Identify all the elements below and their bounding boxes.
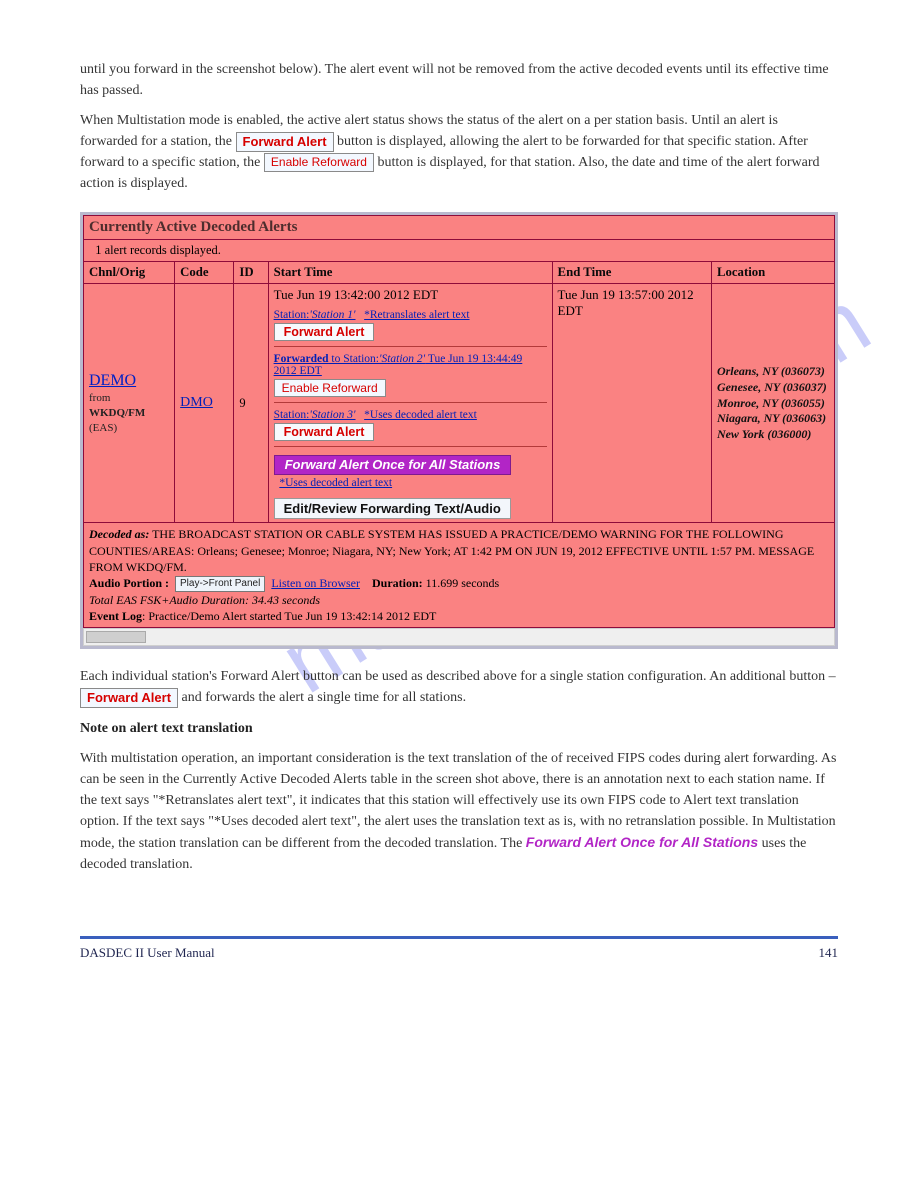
col-chnl: Chnl/Orig	[84, 262, 175, 284]
station3-link[interactable]: Station:'Station 3'	[274, 409, 356, 421]
chnl-link[interactable]: DEMO	[89, 372, 136, 389]
location-cell: Orleans, NY (036073) Genesee, NY (036037…	[711, 284, 834, 523]
col-code: Code	[175, 262, 234, 284]
table-title: Currently Active Decoded Alerts	[84, 216, 835, 240]
forward-alert-button-outro[interactable]: Forward Alert	[80, 688, 178, 708]
page-footer: DASDEC II User Manual 141	[80, 945, 838, 961]
listen-link[interactable]: Listen on Browser	[271, 576, 360, 590]
note-body: With multistation operation, an importan…	[80, 749, 838, 875]
forward-all-button[interactable]: Forward Alert Once for All Stations	[274, 455, 512, 475]
code-link[interactable]: DMO	[180, 395, 213, 410]
col-loc: Location	[711, 262, 834, 284]
col-start: Start Time	[268, 262, 552, 284]
fwd-all-text: Forward Alert Once for All Stations	[526, 834, 758, 850]
chnl-cell: DEMO from WKDQ/FM (EAS)	[84, 284, 175, 523]
footer-title: DASDEC II User Manual	[80, 945, 215, 961]
intro-p1: When Multistation mode is enabled, the a…	[80, 111, 838, 194]
footer-rule	[80, 936, 838, 939]
station1-note[interactable]: *Retranslates alert text	[364, 309, 469, 321]
start-cell: Tue Jun 19 13:42:00 2012 EDT Station:'St…	[268, 284, 552, 523]
decoded-alerts-table: Currently Active Decoded Alerts 1 alert …	[83, 215, 835, 628]
horizontal-scrollbar[interactable]	[83, 628, 835, 646]
enable-reforward-button-inline[interactable]: Enable Reforward	[264, 153, 374, 171]
body-text-top: until you forward in the screenshot belo…	[80, 60, 838, 194]
decoded-cell: Decoded as: THE BROADCAST STATION OR CAB…	[84, 523, 835, 628]
outro-p1: Each individual station's Forward Alert …	[80, 667, 838, 708]
station1-link[interactable]: Station:'Station 1'	[274, 309, 356, 321]
forwarded-link[interactable]: Forwarded to Station:'Station 2' Tue Jun…	[274, 353, 523, 377]
play-button[interactable]: Play->Front Panel	[175, 576, 265, 592]
screenshot-panel: Currently Active Decoded Alerts 1 alert …	[80, 212, 838, 649]
edit-review-button[interactable]: Edit/Review Forwarding Text/Audio	[274, 498, 511, 519]
footer-page: 141	[819, 945, 839, 961]
enable-reforward-button[interactable]: Enable Reforward	[274, 379, 386, 397]
col-end: End Time	[552, 262, 711, 284]
station3-note[interactable]: *Uses decoded alert text	[364, 409, 477, 421]
id-cell: 9	[234, 284, 268, 523]
table-status: 1 alert records displayed.	[84, 240, 835, 262]
forward-alert-button-inline[interactable]: Forward Alert	[236, 132, 334, 152]
fwd-all-note[interactable]: *Uses decoded alert text	[279, 477, 392, 489]
code-cell: DMO	[175, 284, 234, 523]
note-title: Note on alert text translation	[80, 719, 838, 740]
forward-alert-button-1[interactable]: Forward Alert	[274, 323, 375, 341]
body-text-bottom: Each individual station's Forward Alert …	[80, 667, 838, 875]
intro-hover: until you forward in the screenshot belo…	[80, 60, 838, 101]
forward-alert-button-3[interactable]: Forward Alert	[274, 423, 375, 441]
end-cell: Tue Jun 19 13:57:00 2012 EDT	[552, 284, 711, 523]
col-id: ID	[234, 262, 268, 284]
